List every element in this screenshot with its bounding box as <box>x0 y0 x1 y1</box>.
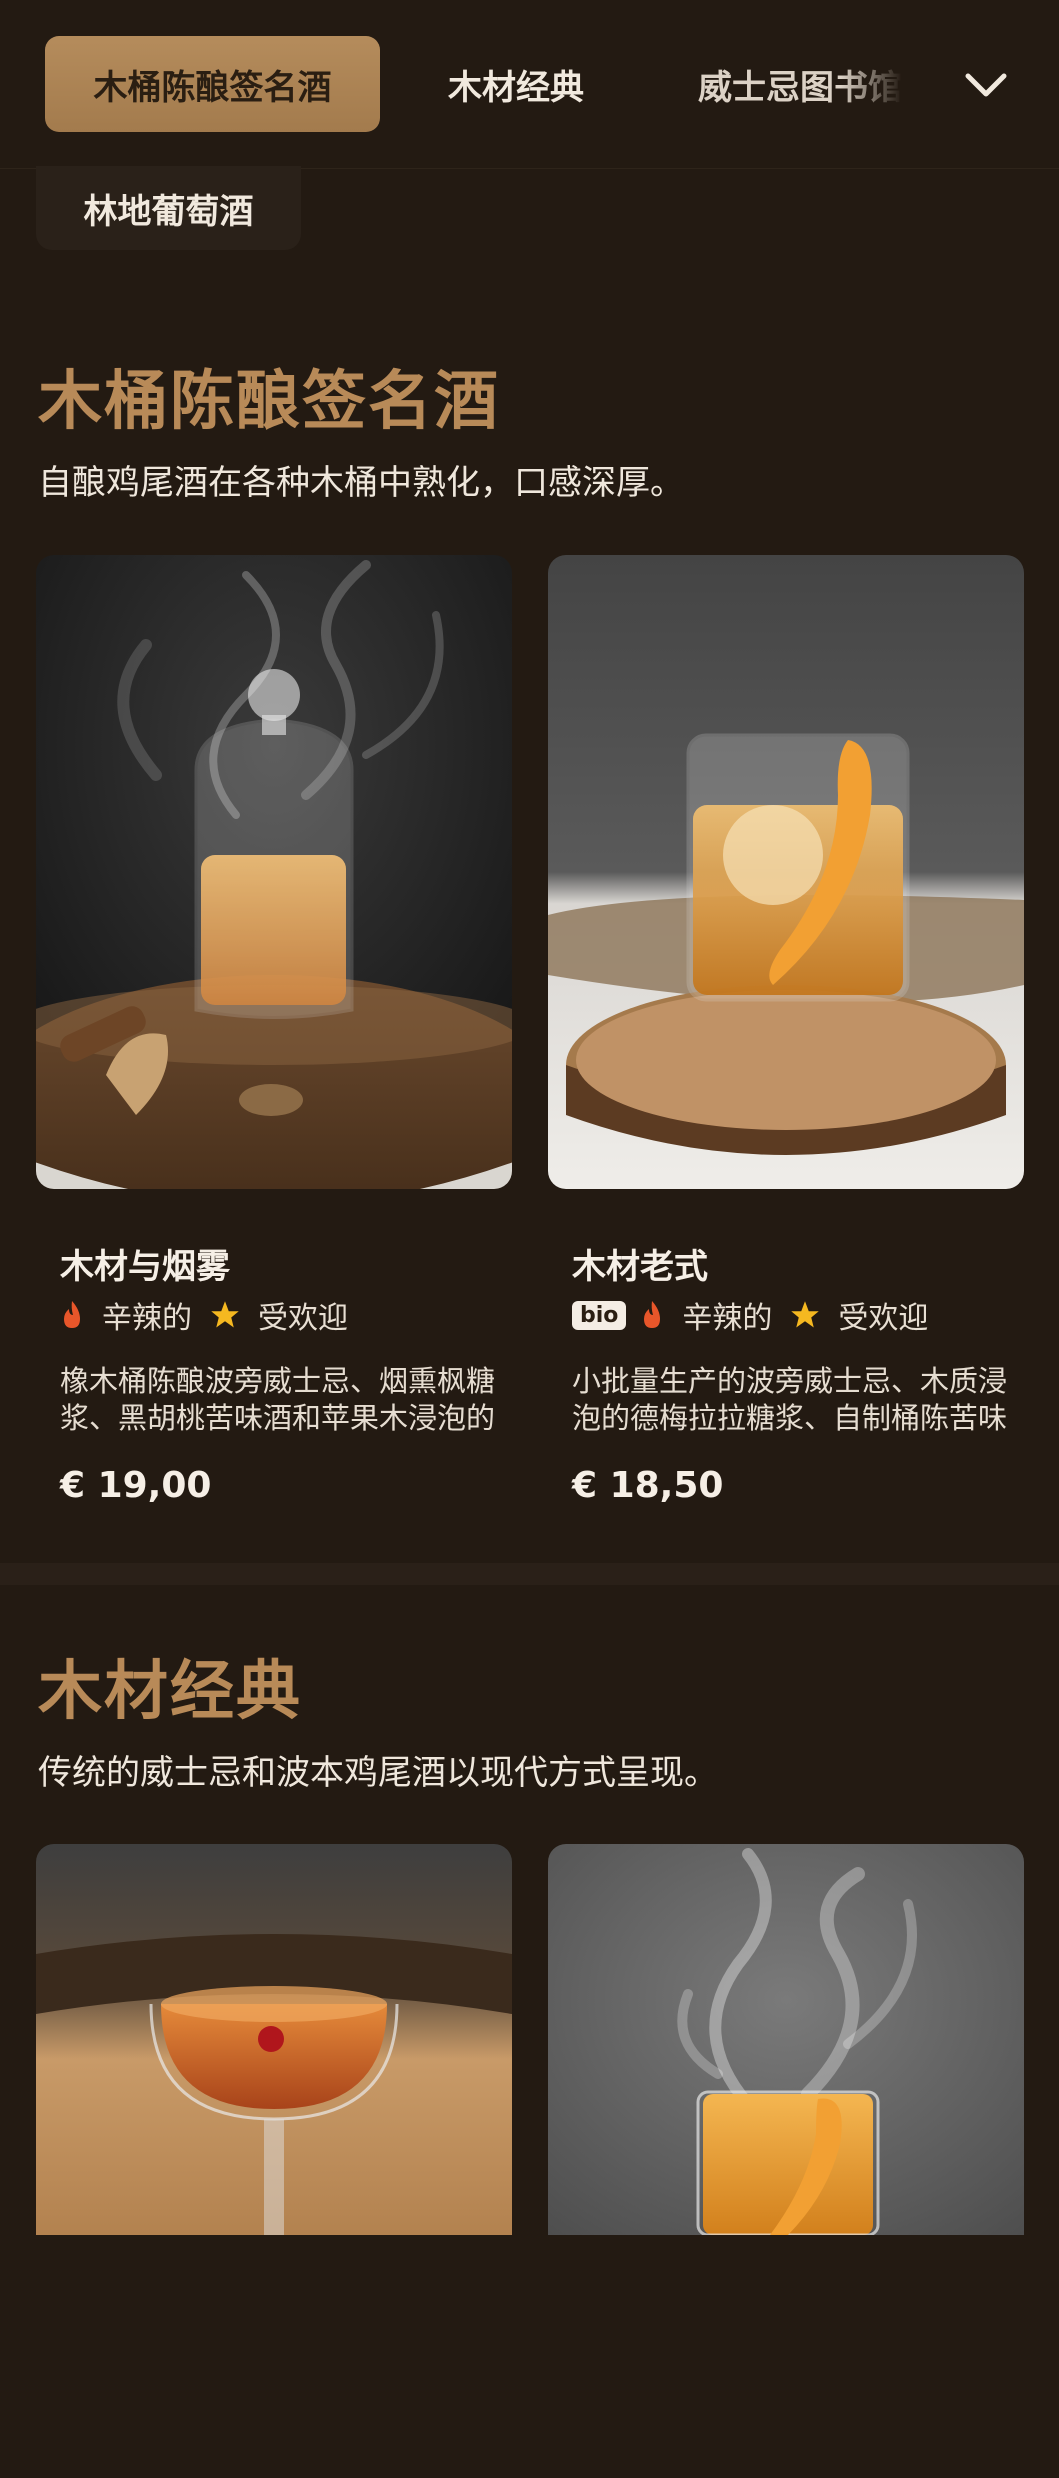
fire-icon <box>644 1301 661 1328</box>
section-title: 木材经典 <box>38 1655 302 1729</box>
bio-badge: bio <box>572 1300 627 1330</box>
category-nav: 木桶陈酿签名酒 木材经典 威士忌图书馆 <box>0 0 1059 169</box>
product-image <box>36 1844 512 2478</box>
product-price: € 19,00 <box>60 1465 212 1506</box>
section-description: 传统的威士忌和波本鸡尾酒以现代方式呈现。 <box>38 1753 718 1793</box>
tab-whisky-library[interactable]: 威士忌图书馆 <box>698 36 902 132</box>
product-description: 小批量生产的波旁威士忌、木质浸泡的德梅拉拉糖浆、自制桶陈苦味酒 <box>572 1364 1008 1435</box>
tag-spicy: 辛辣的 <box>682 1301 773 1336</box>
product-name: 木材老式 <box>572 1247 708 1287</box>
tag-spicy: 辛辣的 <box>102 1301 192 1336</box>
product-tags: bio 辛辣的 受欢迎 <box>572 1293 946 1337</box>
star-icon <box>791 1301 820 1328</box>
product-name: 木材与烟雾 <box>60 1247 230 1287</box>
fire-icon <box>64 1301 80 1328</box>
tag-popular: 受欢迎 <box>838 1301 929 1336</box>
tab-barrel-aged[interactable]: 木桶陈酿签名酒 <box>45 36 380 132</box>
product-price: € 18,50 <box>572 1465 724 1506</box>
tab-wood-classics[interactable]: 木材经典 <box>448 36 584 132</box>
tab-woodland-wine[interactable]: 林地葡萄酒 <box>36 166 301 250</box>
product-image <box>548 555 1024 1189</box>
product-tags: 辛辣的 受欢迎 <box>60 1293 366 1337</box>
chevron-down-icon[interactable] <box>962 64 1010 104</box>
star-icon <box>211 1301 239 1328</box>
tag-popular: 受欢迎 <box>258 1301 348 1336</box>
product-description: 橡木桶陈酿波旁威士忌、烟熏枫糖浆、黑胡桃苦味酒和苹果木浸泡的德梅拉拉糖浆 <box>60 1364 496 1435</box>
product-image <box>36 555 512 1189</box>
section-divider <box>0 1563 1059 1585</box>
product-image <box>548 1844 1024 2478</box>
section-description: 自酿鸡尾酒在各种木桶中熟化，口感深厚。 <box>38 463 684 503</box>
section-title: 木桶陈酿签名酒 <box>38 365 500 439</box>
